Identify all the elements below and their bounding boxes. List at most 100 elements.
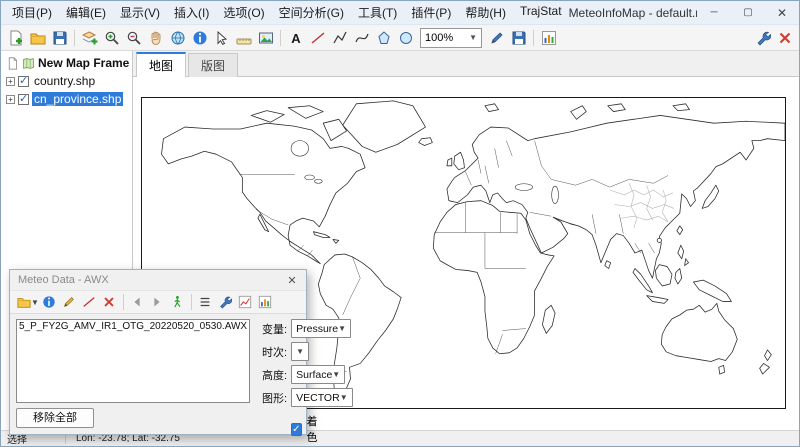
chart-bar-icon[interactable] bbox=[256, 293, 275, 312]
menu-item-options[interactable]: 选项(O) bbox=[216, 1, 271, 24]
data-file-listbox[interactable]: 5_P_FY2G_AMV_IR1_OTG_20220520_0530.AWX bbox=[16, 319, 250, 403]
time-combobox[interactable]: ▼ bbox=[291, 342, 309, 361]
chevron-down-icon: ▼ bbox=[332, 370, 340, 379]
menu-item-project[interactable]: 项目(P) bbox=[5, 1, 59, 24]
dialog-body: 5_P_FY2G_AMV_IR1_OTG_20220520_0530.AWX 移… bbox=[10, 314, 306, 434]
map-icon bbox=[22, 57, 35, 70]
toolbar-separator bbox=[533, 30, 534, 46]
layer-checkbox[interactable] bbox=[18, 94, 29, 105]
full-extent-icon[interactable] bbox=[167, 27, 188, 48]
pan-icon[interactable] bbox=[145, 27, 166, 48]
graph-combobox[interactable]: VECTOR ▼ bbox=[291, 388, 353, 407]
chevron-down-icon: ▼ bbox=[340, 393, 348, 402]
toolbar-right-group bbox=[752, 27, 795, 48]
expander-icon[interactable]: + bbox=[6, 95, 15, 104]
toolbar-separator bbox=[191, 294, 192, 310]
save-edits-icon[interactable] bbox=[508, 27, 529, 48]
zoom-level-value: 100% bbox=[425, 32, 453, 44]
menu-item-tools[interactable]: 工具(T) bbox=[351, 1, 404, 24]
remove-all-button[interactable]: 移除全部 bbox=[16, 408, 94, 428]
close-button[interactable]: ✕ bbox=[765, 1, 799, 24]
menu-item-view[interactable]: 显示(V) bbox=[113, 1, 167, 24]
variable-label: 变量: bbox=[257, 321, 287, 337]
dialog-form: 变量: Pressure ▼ 时次: ▼ 高度: Sur bbox=[257, 319, 300, 428]
variable-field-row: 变量: Pressure ▼ bbox=[257, 319, 300, 338]
save-project-icon[interactable] bbox=[49, 27, 70, 48]
draw-line-icon[interactable] bbox=[307, 27, 328, 48]
level-label: 高度: bbox=[257, 367, 287, 383]
animate-icon[interactable] bbox=[168, 293, 187, 312]
minimize-button[interactable]: ─ bbox=[697, 1, 731, 24]
variable-combobox[interactable]: Pressure ▼ bbox=[291, 319, 351, 338]
zoom-level-combobox[interactable]: 100% ▼ bbox=[420, 28, 482, 48]
toolbar-separator bbox=[74, 30, 75, 46]
window-controls: ─ ▢ ✕ bbox=[697, 1, 799, 24]
chevron-down-icon: ▼ bbox=[338, 324, 346, 333]
level-combobox[interactable]: Surface ▼ bbox=[291, 365, 345, 384]
dialog-title-bar[interactable]: Meteo Data - AWX ✕ bbox=[10, 270, 306, 290]
layer-node-country[interactable]: + country.shp bbox=[1, 72, 132, 90]
chevron-down-icon[interactable]: ▼ bbox=[31, 298, 39, 307]
measure-icon[interactable] bbox=[233, 27, 254, 48]
layer-label-cn-province[interactable]: cn_province.shp bbox=[32, 92, 123, 106]
dialog-close-icon[interactable]: ✕ bbox=[282, 274, 302, 287]
tab-layout[interactable]: 版图 bbox=[188, 53, 238, 77]
draw-polygon-icon[interactable] bbox=[373, 27, 394, 48]
status-separator bbox=[65, 434, 66, 444]
menu-item-insert[interactable]: 插入(I) bbox=[167, 1, 216, 24]
image-icon[interactable] bbox=[255, 27, 276, 48]
menu-item-trajstat[interactable]: TrajStat bbox=[513, 1, 569, 24]
identify-icon[interactable] bbox=[189, 27, 210, 48]
data-file-item[interactable]: 5_P_FY2G_AMV_IR1_OTG_20220520_0530.AWX bbox=[19, 321, 247, 332]
chart-line-icon[interactable] bbox=[236, 293, 255, 312]
label-text-icon[interactable] bbox=[285, 27, 306, 48]
menu-item-edit[interactable]: 编辑(E) bbox=[59, 1, 113, 24]
layer-label-country[interactable]: country.shp bbox=[32, 74, 97, 88]
dialog-toolbar: ▼ bbox=[10, 290, 306, 314]
zoom-out-icon[interactable] bbox=[123, 27, 144, 48]
draw-data-icon[interactable] bbox=[60, 293, 79, 312]
colored-checkbox-row: ✓ 着色 bbox=[291, 413, 300, 445]
settings-wrench-icon[interactable] bbox=[216, 293, 235, 312]
page-icon bbox=[6, 57, 19, 70]
clear-red-x-icon[interactable] bbox=[774, 27, 795, 48]
app-window: 项目(P) 编辑(E) 显示(V) 插入(I) 选项(O) 空间分析(G) 工具… bbox=[0, 0, 800, 447]
new-project-icon[interactable] bbox=[5, 27, 26, 48]
chart-icon[interactable] bbox=[538, 27, 559, 48]
data-list-icon[interactable] bbox=[196, 293, 215, 312]
draw-polyline-icon[interactable] bbox=[329, 27, 350, 48]
variable-value: Pressure bbox=[296, 323, 338, 335]
layer-checkbox[interactable] bbox=[18, 76, 29, 87]
level-value: Surface bbox=[296, 369, 332, 381]
menu-item-spatial-analysis[interactable]: 空间分析(G) bbox=[272, 1, 351, 24]
zoom-in-icon[interactable] bbox=[101, 27, 122, 48]
select-icon[interactable] bbox=[211, 27, 232, 48]
previous-time-icon[interactable] bbox=[128, 293, 147, 312]
next-time-icon[interactable] bbox=[148, 293, 167, 312]
menu-bar: 项目(P) 编辑(E) 显示(V) 插入(I) 选项(O) 空间分析(G) 工具… bbox=[5, 1, 569, 24]
draw-circle-icon[interactable] bbox=[395, 27, 416, 48]
map-frame-label: New Map Frame bbox=[38, 56, 129, 70]
level-field-row: 高度: Surface ▼ bbox=[257, 365, 300, 384]
graph-field-row: 图形: VECTOR ▼ bbox=[257, 388, 300, 407]
open-project-icon[interactable] bbox=[27, 27, 48, 48]
expander-icon[interactable]: + bbox=[6, 77, 15, 86]
draw-line-red-icon[interactable] bbox=[80, 293, 99, 312]
maximize-button[interactable]: ▢ bbox=[731, 1, 765, 24]
edit-pencil-icon[interactable] bbox=[486, 27, 507, 48]
chevron-down-icon: ▼ bbox=[296, 347, 304, 356]
clear-data-icon[interactable] bbox=[100, 293, 119, 312]
colored-checkbox[interactable]: ✓ bbox=[291, 423, 301, 436]
menu-item-plugins[interactable]: 插件(P) bbox=[404, 1, 458, 24]
layer-node-cn-province[interactable]: + cn_province.shp bbox=[1, 90, 132, 108]
main-toolbar: 100% ▼ bbox=[1, 25, 799, 51]
draw-curve-icon[interactable] bbox=[351, 27, 372, 48]
data-info-icon[interactable] bbox=[40, 293, 59, 312]
view-tabstrip: 地图 版图 bbox=[133, 51, 799, 77]
map-frame-node[interactable]: New Map Frame bbox=[1, 54, 132, 72]
add-layer-icon[interactable] bbox=[79, 27, 100, 48]
menu-item-help[interactable]: 帮助(H) bbox=[458, 1, 513, 24]
graph-value: VECTOR bbox=[296, 392, 340, 404]
tab-map[interactable]: 地图 bbox=[136, 52, 186, 77]
settings-wrench-icon[interactable] bbox=[752, 27, 773, 48]
